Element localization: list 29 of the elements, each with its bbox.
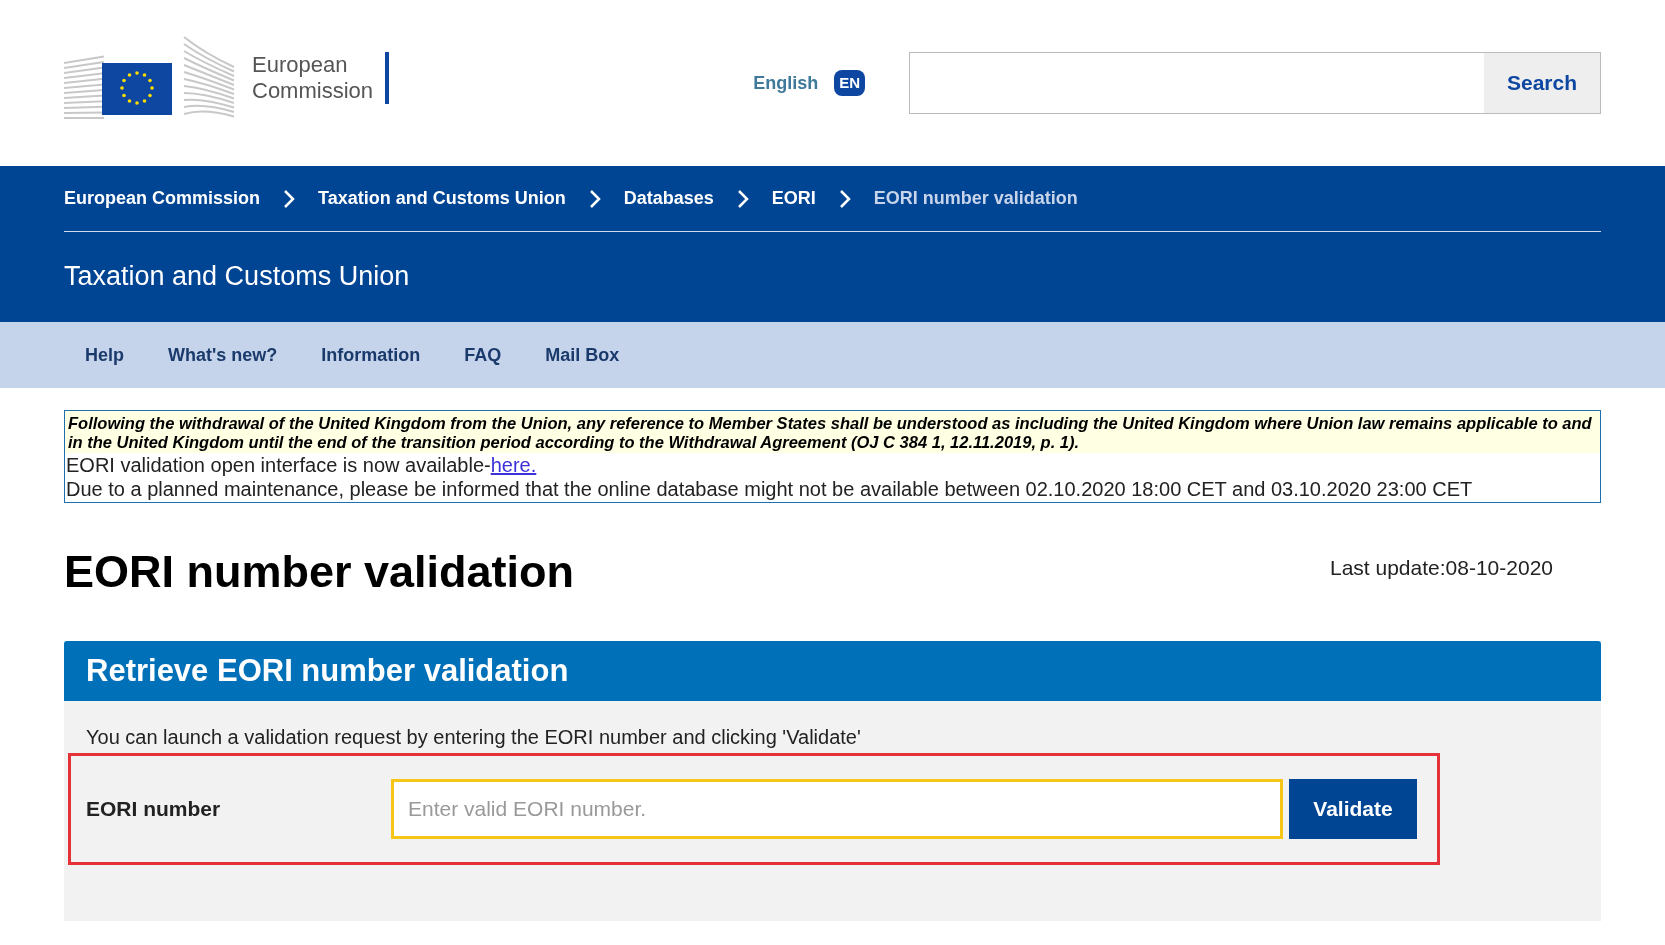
eori-field[interactable]: Enter valid EORI number.	[391, 779, 1283, 839]
nav-link[interactable]: FAQ	[442, 341, 524, 369]
here-link[interactable]: here.	[490, 454, 537, 476]
last-update: Last update:08-10-2020	[1330, 555, 1553, 582]
panel-title: Retrieve EORI number validation	[86, 651, 569, 690]
breadcrumb-link[interactable]: Databases	[623, 185, 714, 212]
logo-text: Commission	[252, 78, 374, 104]
notice-text: EORI validation open interface is now available-	[66, 454, 491, 476]
nav-link[interactable]: What's new?	[146, 341, 300, 369]
logo-text: European	[252, 52, 349, 78]
maintenance-text: Due to a planned maintenance, please be informed that the online database might not be available between 02.10.2020 18:00 CET and 03.10.2020 23:00 CET	[65, 477, 1474, 501]
page-title: EORI number validation	[64, 545, 575, 600]
site-title: Taxation and Customs Union	[64, 260, 410, 294]
breadcrumb-link[interactable]: European Commission	[64, 185, 261, 212]
language-badge[interactable]: EN	[834, 69, 865, 97]
field-label: EORI number	[86, 796, 222, 823]
language-link[interactable]: English	[753, 69, 819, 97]
nav-link[interactable]: Help	[63, 341, 146, 369]
nav-link[interactable]: Information	[299, 341, 443, 369]
instructions-text: You can launch a validation request by entering the EORI number and clicking 'Validate'	[85, 725, 862, 749]
notice-text: Following the withdrawal of the United Kingdom from the Union, any reference to Member States shall be understood as including the United Kingdom where Union law remains applicable to and in the United Kingdom until the end of the transition period according to the Withdrawal Agreement (OJ C 384 1, 12.11.2019, p. 1).	[65, 411, 1600, 453]
breadcrumb-link[interactable]: Taxation and Customs Union	[318, 185, 566, 212]
validate-button[interactable]: Validate	[1289, 779, 1417, 839]
chevron-icon	[837, 188, 852, 209]
chevron-icon	[587, 188, 602, 209]
breadcrumb-link[interactable]: EORI	[771, 185, 816, 212]
nav-link[interactable]: Mail Box	[523, 341, 642, 369]
chevron-icon	[282, 188, 297, 209]
chevron-icon	[735, 188, 750, 209]
